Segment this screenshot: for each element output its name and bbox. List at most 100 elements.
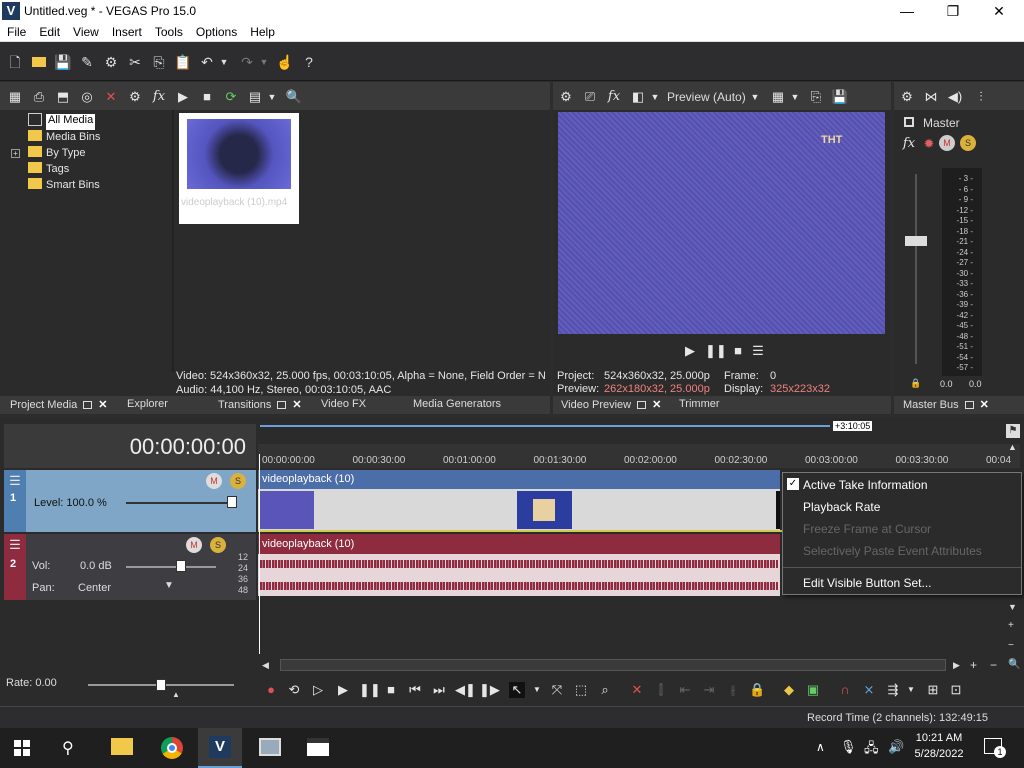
vertical-zoom-in-icon[interactable]: + (1008, 620, 1014, 631)
device-icon[interactable]: ⎚ (581, 88, 599, 106)
lock-envelopes-icon[interactable]: ⊞ (925, 682, 941, 698)
tab-master-bus[interactable]: Master Bus ✕ (903, 398, 989, 411)
preview-properties-gear-icon[interactable]: ⚙ (557, 88, 575, 106)
chrome-app[interactable] (150, 728, 194, 768)
master-properties-gear-icon[interactable]: ⚙ (898, 88, 916, 106)
horizontal-scrollbar[interactable] (280, 659, 946, 671)
vol-thumb[interactable] (176, 560, 186, 572)
auto-preview-icon[interactable]: ⟳ (222, 88, 240, 106)
render-icon[interactable]: ✎ (78, 53, 96, 71)
vol-slider[interactable] (126, 566, 216, 568)
video-level-slider[interactable] (126, 502, 236, 504)
track-menu-icon[interactable]: ☰ (6, 536, 24, 554)
scroll-up-icon[interactable]: ▲ (1008, 442, 1017, 452)
remove-unused-icon[interactable]: ◎ (78, 88, 96, 106)
cut-icon[interactable]: ✂ (126, 53, 144, 71)
maximize-button[interactable]: ❐ (930, 0, 976, 22)
audio-solo-icon[interactable]: S (210, 537, 226, 553)
preview-quality-select[interactable]: Preview (Auto) (667, 90, 746, 104)
remove-icon[interactable]: ✕ (102, 88, 120, 106)
menu-item-active-take-information[interactable]: Active Take Information (803, 478, 928, 492)
windows-start-icon[interactable] (14, 740, 30, 756)
preview-pause-icon[interactable]: ❚❚ (705, 342, 727, 360)
media-properties-icon[interactable]: ⚙ (126, 88, 144, 106)
audio-track-header[interactable]: ☰ 2 M S Vol: 0.0 dB Pan: Center ▼ 12 24 … (4, 534, 256, 600)
search-icon[interactable]: ⚲ (62, 738, 74, 758)
redo-dropdown-icon[interactable]: ▼ (258, 53, 270, 71)
expand-by-type-icon[interactable]: + (11, 149, 20, 158)
close-icon[interactable]: ✕ (652, 399, 661, 411)
preview-fx-icon[interactable]: fx (605, 88, 623, 106)
photos-app[interactable] (248, 728, 292, 768)
movie-maker-app[interactable] (296, 728, 340, 768)
transport-play-icon[interactable]: ▶ (335, 682, 351, 698)
delete-icon[interactable]: ✕ (629, 682, 645, 698)
tab-video-preview[interactable]: Video Preview ✕ (561, 398, 661, 411)
clock-time[interactable]: 10:21 AM (912, 732, 966, 744)
video-mute-icon[interactable]: M (206, 473, 222, 489)
redo-icon[interactable]: ↷ (238, 53, 256, 71)
overlays-dropdown-icon[interactable]: ▼ (789, 88, 801, 106)
scroll-left-icon[interactable]: ◀ (262, 660, 269, 671)
tree-item-smart-bins[interactable]: Smart Bins (28, 178, 100, 194)
mute-icon[interactable]: M (939, 135, 955, 151)
help-pointer-icon[interactable]: ☝ (276, 53, 294, 71)
tab-explorer[interactable]: Explorer (127, 398, 168, 410)
record-icon[interactable]: ● (263, 682, 279, 698)
region-icon[interactable]: ▣ (805, 682, 821, 698)
master-checkbox-icon[interactable] (904, 117, 914, 127)
preview-menu-icon[interactable]: ☰ (749, 342, 767, 360)
undo-icon[interactable]: ↶ (198, 53, 216, 71)
split-dropdown-icon[interactable]: ▼ (649, 88, 661, 106)
tree-item-media-bins[interactable]: Media Bins (28, 130, 100, 146)
tab-video-fx[interactable]: Video FX (321, 398, 366, 410)
track-menu-icon[interactable]: ☰ (6, 472, 24, 490)
master-fader-handle[interactable] (905, 236, 927, 246)
tray-chevron-icon[interactable]: ∧ (816, 740, 825, 754)
lock-event-icon[interactable]: 🔒 (749, 682, 765, 698)
menu-item-edit-visible-button-set[interactable]: Edit Visible Button Set... (803, 576, 932, 590)
menu-help[interactable]: Help (243, 22, 281, 39)
file-explorer-app[interactable] (100, 728, 144, 768)
mixer-faders-icon[interactable]: ⫶ (972, 88, 990, 106)
maximize-icon[interactable] (637, 401, 647, 409)
views-icon[interactable]: ▤ (246, 88, 264, 106)
downmix-icon[interactable]: ⋈ (922, 88, 940, 106)
quality-dropdown-icon[interactable]: ▼ (749, 88, 761, 106)
preview-play-icon[interactable]: ▶ (681, 342, 699, 360)
new-project-icon[interactable]: 🗋 (6, 53, 24, 71)
play-from-start-icon[interactable]: ▷ (310, 682, 326, 698)
preview-screen[interactable]: THT (558, 112, 885, 334)
media-thumbnail[interactable]: videoplayback (10).mp4 (179, 113, 299, 224)
tab-media-generators[interactable]: Media Generators (413, 398, 501, 410)
views-dropdown-icon[interactable]: ▼ (266, 88, 278, 106)
maximize-icon[interactable] (83, 401, 93, 409)
next-frame-icon[interactable]: ❚▶ (479, 682, 500, 698)
go-to-end-icon[interactable]: ⏭ (431, 682, 447, 698)
video-clip[interactable]: videoplayback (10) (258, 470, 780, 530)
snapping-icon[interactable]: ∩ (837, 682, 853, 698)
menu-item-playback-rate[interactable]: Playback Rate (803, 500, 880, 514)
copy-icon[interactable]: ⎘ (150, 53, 168, 71)
zoom-tool-icon[interactable]: 🔍 (1008, 659, 1020, 670)
video-solo-icon[interactable]: S (230, 473, 246, 489)
maximize-icon[interactable] (964, 401, 974, 409)
automation-icon[interactable]: ✹ (920, 135, 938, 153)
scroll-right-icon[interactable]: ▶ (953, 660, 960, 671)
envelope-tool-icon[interactable]: ⤧ (549, 682, 565, 698)
tab-project-media[interactable]: Project Media ✕ (10, 398, 107, 411)
capture-icon[interactable]: ⎙ (30, 88, 48, 106)
menu-tools[interactable]: Tools (148, 22, 189, 39)
scroll-down-icon[interactable]: ▼ (1008, 602, 1017, 612)
marker-flag-icon[interactable]: ⚑ (1006, 424, 1020, 438)
menu-edit[interactable]: Edit (32, 22, 66, 39)
clock-date[interactable]: 5/28/2022 (910, 748, 968, 760)
edit-tool-dropdown-icon[interactable]: ▼ (532, 682, 542, 698)
close-icon[interactable]: ✕ (980, 399, 989, 411)
audio-clip[interactable]: videoplayback (10) (258, 534, 780, 596)
split-screen-icon[interactable]: ◧ (629, 88, 647, 106)
open-folder-icon[interactable] (30, 53, 48, 71)
stop-icon[interactable]: ■ (198, 88, 216, 106)
close-icon[interactable]: ✕ (98, 399, 107, 411)
get-media-icon[interactable]: ⬒ (54, 88, 72, 106)
